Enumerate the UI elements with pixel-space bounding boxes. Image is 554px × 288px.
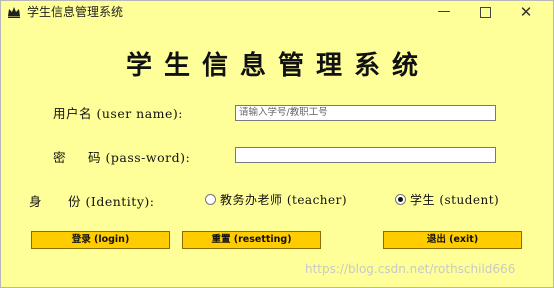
username-input[interactable] — [235, 105, 496, 121]
identity-label-char-2: 份 — [68, 194, 82, 209]
password-label-char-1: 密 — [53, 150, 67, 165]
reset-button[interactable]: 重置 (resetting) — [182, 231, 321, 249]
radio-student-circle[interactable] — [395, 194, 406, 205]
password-input[interactable] — [235, 147, 496, 163]
exit-button[interactable]: 退出 (exit) — [383, 231, 522, 249]
watermark: https://blog.csdn.net/rothschild666 — [305, 262, 516, 276]
login-button[interactable]: 登录 (login) — [31, 231, 170, 249]
crown-icon — [8, 7, 20, 18]
maximize-button[interactable] — [474, 3, 496, 21]
close-button[interactable]: ✕ — [515, 3, 537, 21]
title-bar: 学生信息管理系统 — ✕ — [1, 1, 553, 23]
radio-teacher[interactable]: 教务办老师 (teacher) — [205, 191, 347, 207]
password-label-en: (pass-word): — [105, 150, 191, 165]
radio-student[interactable]: 学生 (student) — [395, 191, 499, 207]
radio-teacher-label: 教务办老师 (teacher) — [220, 193, 348, 207]
identity-label: 身 份 (Identity): — [29, 191, 154, 210]
window-title: 学生信息管理系统 — [27, 5, 124, 19]
close-icon: ✕ — [519, 3, 533, 21]
minimize-button[interactable]: — — [433, 3, 455, 21]
password-label-char-2: 码 — [88, 150, 102, 165]
minimize-icon: — — [437, 4, 451, 19]
login-window: 学生信息管理系统 — ✕ 学生信息管理系统 用户名 (user name): 密… — [0, 0, 554, 288]
page-title: 学生信息管理系统 — [125, 51, 430, 81]
identity-label-char-1: 身 — [29, 194, 43, 209]
password-label: 密 码 (pass-word): — [53, 147, 190, 166]
identity-label-en: (Identity): — [85, 194, 155, 209]
radio-student-label: 学生 (student) — [410, 193, 500, 207]
radio-teacher-circle[interactable] — [205, 194, 216, 205]
username-label: 用户名 (user name): — [53, 106, 184, 121]
maximize-icon — [479, 7, 491, 18]
